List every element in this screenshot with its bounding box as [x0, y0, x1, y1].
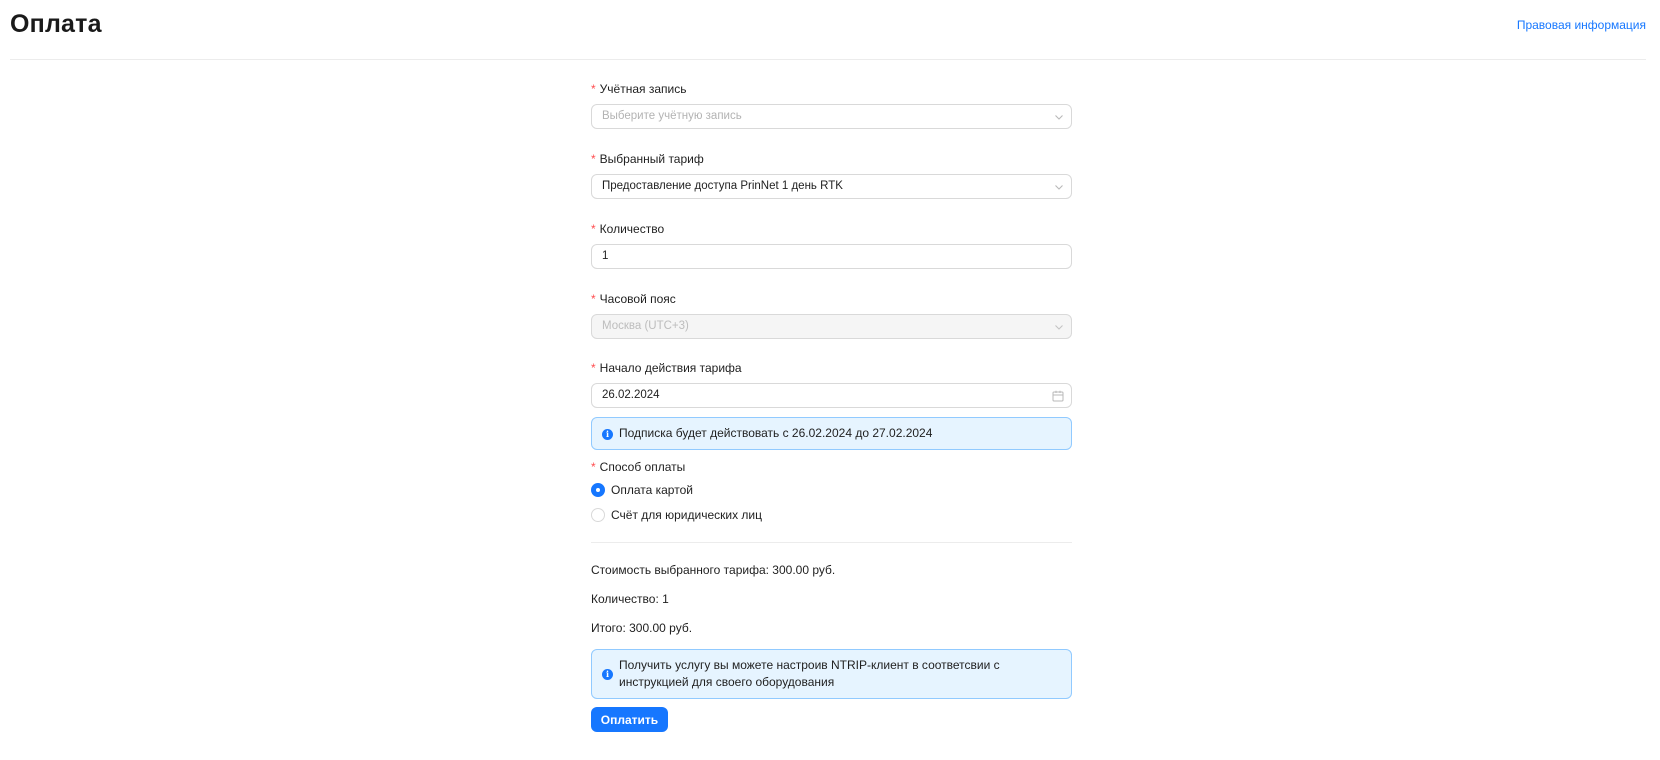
account-select-placeholder: Выберите учётную запись [602, 110, 742, 122]
tariff-select-value: Предоставление доступа PrinNet 1 день RT… [602, 180, 843, 192]
required-mark: * [591, 460, 596, 474]
legal-info-link[interactable]: Правовая информация [1517, 18, 1646, 32]
required-mark: * [591, 292, 596, 306]
total-text: Итого: 300.00 руб. [591, 621, 693, 635]
info-icon: i [602, 429, 613, 440]
info-icon: i [602, 669, 613, 680]
divider [591, 542, 1072, 543]
start-date-picker[interactable]: 26.02.2024 [591, 383, 1072, 408]
tariff-cost-text: Стоимость выбранного тарифа: 300.00 руб. [591, 563, 836, 577]
service-info-alert: i Получить услугу вы можете настроив NTR… [591, 649, 1072, 699]
radio-checked-icon[interactable] [591, 483, 605, 497]
quantity-label: * Количество [591, 222, 665, 236]
subscription-period-alert: i Подписка будет действовать с 26.02.202… [591, 417, 1072, 450]
required-mark: * [591, 222, 596, 236]
page-title: Оплата [10, 10, 102, 38]
chevron-down-icon [1054, 315, 1064, 338]
account-label: * Учётная запись [591, 82, 687, 96]
payment-method-label: * Способ оплаты [591, 460, 686, 474]
subscription-period-text: Подписка будет действовать с 26.02.2024 … [619, 426, 933, 440]
quantity-summary-text: Количество: 1 [591, 592, 669, 606]
start-date-label: * Начало действия тарифа [591, 361, 742, 375]
calendar-icon[interactable] [1052, 384, 1064, 407]
required-mark: * [591, 361, 596, 375]
quantity-input-value: 1 [602, 250, 609, 262]
timezone-select: Москва (UTC+3) [591, 314, 1072, 339]
page-header: Оплата Правовая информация [10, 0, 1646, 60]
chevron-down-icon [1054, 175, 1064, 198]
payment-option-label: Счёт для юридических лиц [611, 508, 762, 522]
payment-option-card[interactable]: Оплата картой [591, 481, 693, 499]
chevron-down-icon [1054, 105, 1064, 128]
radio-unchecked-icon[interactable] [591, 508, 605, 522]
timezone-select-value: Москва (UTC+3) [602, 320, 689, 332]
tariff-label: * Выбранный тариф [591, 152, 704, 166]
quantity-input[interactable]: 1 [591, 244, 1072, 269]
account-select[interactable]: Выберите учётную запись [591, 104, 1072, 129]
required-mark: * [591, 152, 596, 166]
pay-button[interactable]: Оплатить [591, 707, 668, 732]
payment-option-invoice[interactable]: Счёт для юридических лиц [591, 506, 762, 524]
tariff-select[interactable]: Предоставление доступа PrinNet 1 день RT… [591, 174, 1072, 199]
timezone-label: * Часовой пояс [591, 292, 676, 306]
service-info-text: Получить услугу вы можете настроив NTRIP… [619, 658, 1000, 689]
required-mark: * [591, 82, 596, 96]
start-date-value: 26.02.2024 [602, 389, 660, 401]
payment-option-label: Оплата картой [611, 483, 693, 497]
